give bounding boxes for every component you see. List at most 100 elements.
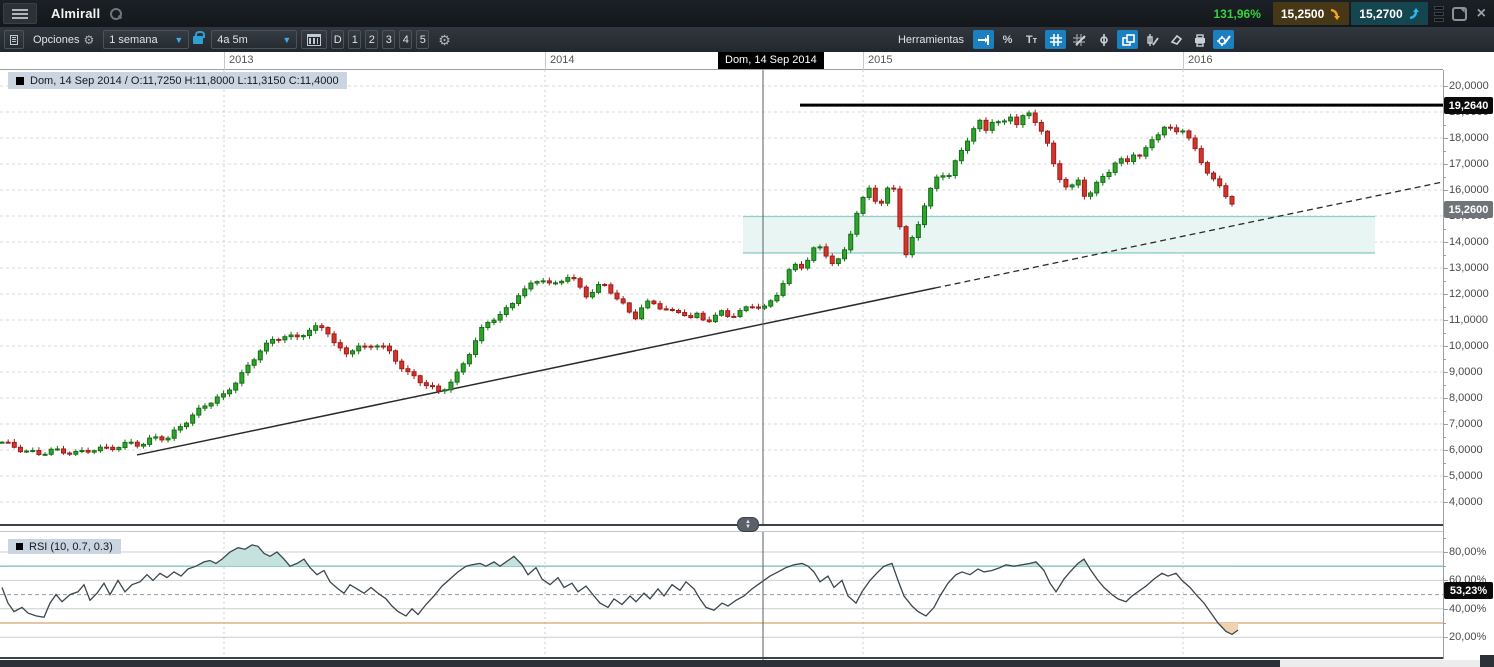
price-axis-line — [1443, 70, 1444, 659]
series-marker-icon — [16, 543, 23, 550]
axis-minor-tick — [1443, 489, 1446, 490]
buy-price: 15,2700 — [1359, 7, 1402, 21]
rsi-axis-label: 80,00% — [1449, 546, 1486, 558]
ohlc-text: Dom, 14 Sep 2014 / O:11,7250 H:11,8000 L… — [30, 75, 339, 87]
axis-tick — [1443, 476, 1448, 477]
rsi-line — [2, 545, 1238, 635]
candles-layer — [0, 110, 1234, 456]
axis-minor-tick — [1443, 623, 1446, 624]
range-dropdown[interactable]: 4a 5m ▼ — [211, 30, 297, 49]
price-badge: 19,2640 — [1444, 97, 1493, 114]
buy-button[interactable]: 15,2700 — [1351, 2, 1427, 25]
rsi-axis-label: 20,00% — [1449, 631, 1486, 643]
rsi-layer — [0, 545, 1443, 637]
year-label: 2013 — [229, 54, 253, 66]
price-gridlines — [0, 86, 1443, 502]
axis-tick — [1443, 637, 1448, 638]
trading-platform-window: Almirall 131,96% 15,2500 15,2700 × — [0, 0, 1494, 667]
pointer-snap-icon[interactable] — [973, 30, 994, 49]
price-axis-label: 16,0000 — [1449, 184, 1489, 196]
settings-button[interactable]: ⚙ — [433, 30, 456, 49]
axis-minor-tick — [1443, 125, 1446, 126]
interval-button-3[interactable]: 3 — [382, 30, 395, 49]
close-icon[interactable]: × — [1477, 6, 1486, 22]
popout-window-icon[interactable] — [1452, 7, 1467, 21]
text-tool-icon[interactable]: Tт — [1021, 30, 1042, 49]
scrollbar-thumb[interactable] — [0, 660, 1280, 667]
axis-tick — [1443, 164, 1448, 165]
sell-price: 15,2500 — [1281, 7, 1324, 21]
rsi-text: RSI (10, 0.7, 0.3) — [29, 541, 113, 553]
rsi-label[interactable]: RSI (10, 0.7, 0.3) — [8, 539, 121, 554]
price-axis-label: 12,0000 — [1449, 288, 1489, 300]
sell-button[interactable]: 15,2500 — [1273, 2, 1349, 25]
interval-button-4[interactable]: 4 — [399, 30, 412, 49]
price-axis-label: 4,0000 — [1449, 496, 1483, 508]
herramientas-label: Herramientas — [898, 34, 964, 46]
axis-tick — [1443, 398, 1448, 399]
year-gridlines — [224, 70, 1183, 657]
hamburger-menu-icon[interactable] — [3, 3, 37, 24]
list-icon — [10, 35, 18, 45]
marker-icon[interactable] — [1093, 30, 1114, 49]
axis-minor-tick — [1443, 151, 1446, 152]
calendar-button[interactable] — [301, 30, 327, 49]
price-axis-label: 14,0000 — [1449, 236, 1489, 248]
ohlc-info-label[interactable]: Dom, 14 Sep 2014 / O:11,7250 H:11,8000 L… — [8, 72, 347, 89]
sell-arrow-icon — [1329, 8, 1341, 20]
interval-button-5[interactable]: 5 — [416, 30, 429, 49]
rsi-value-badge: 53,23% — [1444, 582, 1493, 599]
eraser-icon[interactable] — [1165, 30, 1186, 49]
interval-button-1[interactable]: 1 — [348, 30, 361, 49]
opciones-button[interactable]: Opciones ⚙ — [28, 30, 99, 49]
printer-icon[interactable] — [1189, 30, 1210, 49]
grid-icon[interactable] — [1045, 30, 1066, 49]
panel-splitter[interactable] — [0, 524, 1443, 526]
price-axis-label: 5,0000 — [1449, 470, 1483, 482]
search-icon[interactable] — [110, 8, 122, 20]
percent-scale-icon[interactable]: % — [997, 30, 1018, 49]
rsi-overbought-fill — [2, 545, 1238, 635]
instrument-title: Almirall — [51, 6, 100, 21]
splitter-handle[interactable]: ▲▼ — [737, 517, 759, 532]
range-value: 4a 5m — [217, 34, 248, 46]
price-ladder-icon[interactable] — [1434, 3, 1446, 25]
gear-icon: ⚙ — [438, 33, 451, 47]
chart-list-button[interactable] — [4, 30, 24, 49]
chart-canvas[interactable] — [0, 0, 1443, 667]
crosshair-date-tooltip: Dom, 14 Sep 2014 — [718, 51, 824, 69]
scrollbar-corner — [1480, 655, 1494, 667]
price-axis-label: 20,0000 — [1449, 80, 1489, 92]
candle-edit-icon[interactable] — [1141, 30, 1162, 49]
chevron-down-icon: ▼ — [174, 35, 183, 45]
axis-tick — [1443, 552, 1448, 553]
year-tick — [545, 52, 546, 70]
axis-minor-tick — [1443, 385, 1446, 386]
period-value: 1 semana — [109, 34, 157, 46]
price-zone — [743, 217, 1375, 253]
settings-edit-icon[interactable] — [1213, 30, 1234, 49]
calendar-icon — [307, 34, 321, 46]
axis-tick — [1443, 242, 1448, 243]
price-badge: 15,2600 — [1444, 201, 1493, 218]
axis-tick — [1443, 372, 1448, 373]
price-axis-label: 18,0000 — [1449, 132, 1489, 144]
interval-button-2[interactable]: 2 — [365, 30, 378, 49]
price-axis-label: 7,0000 — [1449, 418, 1483, 430]
lock-icon[interactable] — [193, 36, 203, 44]
horizontal-scrollbar[interactable] — [0, 660, 1494, 667]
year-label: 2015 — [868, 54, 892, 66]
axis-minor-tick — [1443, 255, 1446, 256]
gear-icon: ⚙ — [83, 34, 94, 46]
axis-minor-tick — [1443, 229, 1446, 230]
axis-tick — [1443, 450, 1448, 451]
axis-tick — [1443, 424, 1448, 425]
period-dropdown[interactable]: 1 semana ▼ — [103, 30, 189, 49]
windows-icon[interactable] — [1117, 30, 1138, 49]
interval-button-D[interactable]: D — [331, 30, 344, 49]
rsi-axis-label: 40,00% — [1449, 603, 1486, 615]
grid-edit-icon[interactable] — [1069, 30, 1090, 49]
axis-minor-tick — [1443, 411, 1446, 412]
axis-minor-tick — [1443, 359, 1446, 360]
axis-tick — [1443, 190, 1448, 191]
